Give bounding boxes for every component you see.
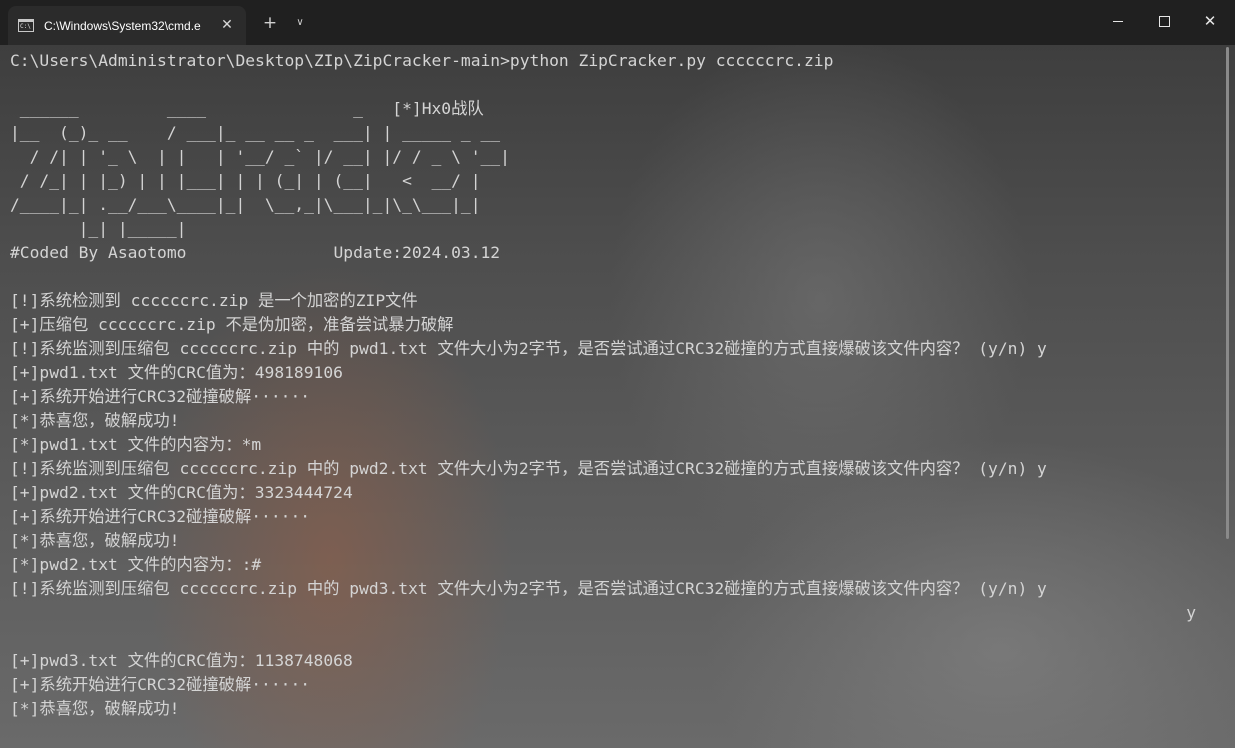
minimize-icon: [1113, 20, 1123, 22]
terminal-line: [!]系统检测到 ccccccrc.zip 是一个加密的ZIP文件: [10, 291, 418, 310]
title-bar: C:\ C:\Windows\System32\cmd.e ✕ + ∨ ✕: [0, 0, 1235, 45]
tab-title: C:\Windows\System32\cmd.e: [44, 18, 201, 33]
tab-cmd[interactable]: C:\ C:\Windows\System32\cmd.e ✕: [8, 6, 246, 45]
terminal-line: C:\Users\Administrator\Desktop\ZIp\ZipCr…: [10, 51, 834, 70]
terminal-output[interactable]: C:\Users\Administrator\Desktop\ZIp\ZipCr…: [0, 45, 1225, 748]
terminal-line: [*]恭喜您，破解成功!: [10, 531, 180, 550]
terminal-line: [*]恭喜您，破解成功!: [10, 411, 180, 430]
new-tab-button[interactable]: +: [259, 12, 281, 34]
maximize-icon: [1158, 15, 1170, 27]
terminal-line: [+]pwd2.txt 文件的CRC值为：3323444724: [10, 483, 353, 502]
terminal-line: [+]系统开始进行CRC32碰撞破解······: [10, 675, 311, 694]
terminal-line: /____|_| .__/___\____|_| \__,_|\___|_|\_…: [10, 195, 481, 214]
terminal-line: [+]系统开始进行CRC32碰撞破解······: [10, 507, 311, 526]
tab-close-icon[interactable]: ✕: [218, 16, 236, 34]
terminal-line: [*]恭喜您，破解成功!: [10, 699, 180, 718]
terminal-line: |_| |_____|: [10, 219, 187, 238]
close-window-button[interactable]: ✕: [1187, 0, 1233, 42]
terminal-line: [+]pwd3.txt 文件的CRC值为：1138748068: [10, 651, 353, 670]
terminal-icon: C:\: [18, 19, 34, 32]
tab-dropdown-chevron-icon[interactable]: ∨: [290, 12, 310, 34]
terminal-line: y: [10, 603, 1197, 622]
minimize-button[interactable]: [1095, 0, 1141, 42]
terminal-line: [+]压缩包 ccccccrc.zip 不是伪加密，准备尝试暴力破解: [10, 315, 454, 334]
terminal-line: [+]系统开始进行CRC32碰撞破解······: [10, 387, 311, 406]
scrollbar-thumb[interactable]: [1226, 47, 1229, 539]
terminal-line: [!]系统监测到压缩包 ccccccrc.zip 中的 pwd2.txt 文件大…: [10, 459, 1047, 478]
terminal-line: [!]系统监测到压缩包 ccccccrc.zip 中的 pwd3.txt 文件大…: [10, 579, 1047, 598]
terminal-line: [*]pwd1.txt 文件的内容为：*m: [10, 435, 262, 454]
terminal-line: / /| | '_ \ | | | '__/ _` |/ __| |/ / _ …: [10, 147, 510, 166]
terminal-line: #Coded By Asaotomo Update:2024.03.12: [10, 243, 501, 262]
terminal-line: [*]pwd2.txt 文件的内容为：:#: [10, 555, 262, 574]
terminal-line: |__ (_)_ __ / ___|_ __ __ _ ___| | _____…: [10, 123, 501, 142]
terminal-line: / /_| | |_) | | |___| | | (_| | (__| < _…: [10, 171, 481, 190]
close-icon: ✕: [1203, 11, 1217, 30]
terminal-line: [+]pwd1.txt 文件的CRC值为：498189106: [10, 363, 343, 382]
terminal-icon-text: C:\: [20, 22, 31, 30]
maximize-button[interactable]: [1141, 0, 1187, 42]
terminal-line: [!]系统监测到压缩包 ccccccrc.zip 中的 pwd1.txt 文件大…: [10, 339, 1047, 358]
terminal-line: ______ ____ _ [*]Hx0战队: [10, 99, 484, 118]
